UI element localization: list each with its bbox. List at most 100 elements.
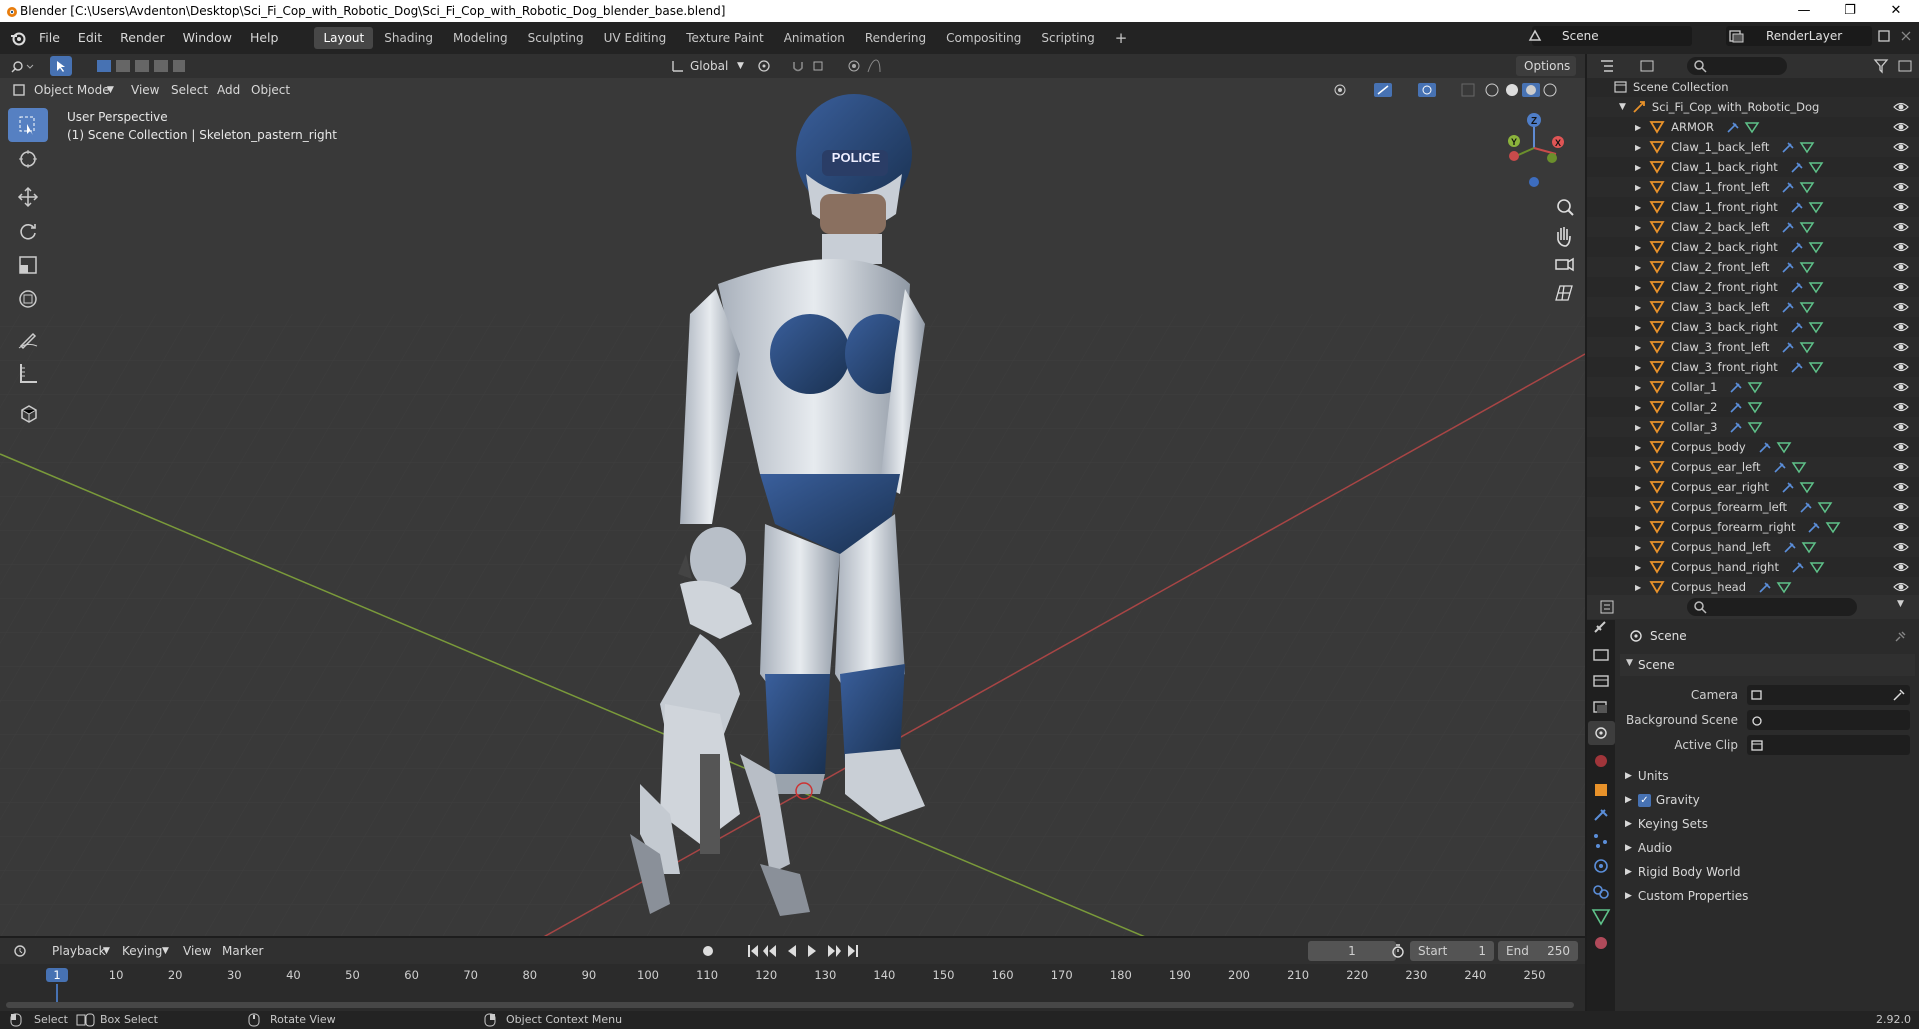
scale-tool[interactable]	[8, 248, 48, 282]
modifier-and-mesh-icons[interactable]	[1781, 340, 1817, 354]
expand-arrow-icon[interactable]: ▶	[1635, 443, 1641, 452]
modifier-and-mesh-icons[interactable]	[1781, 480, 1817, 494]
maximize-button[interactable]: ❐	[1827, 0, 1873, 22]
pivot-point-icon[interactable]	[756, 58, 786, 74]
expand-arrow-icon[interactable]: ▶	[1635, 183, 1641, 192]
outliner-row[interactable]: ▶ ARMOR	[1587, 117, 1919, 137]
stopwatch-icon[interactable]	[1390, 943, 1406, 959]
timeline-menu-keying[interactable]: Keying	[122, 939, 162, 963]
modifier-and-mesh-icons[interactable]	[1790, 280, 1826, 294]
units-panel-header[interactable]: ▶ Units	[1625, 765, 1915, 787]
expand-arrow-icon[interactable]: ▶	[1635, 243, 1641, 252]
expand-arrow-icon[interactable]: ▶	[1635, 383, 1641, 392]
tab-modeling[interactable]: Modeling	[444, 27, 517, 49]
minimize-button[interactable]: —	[1781, 0, 1827, 22]
measure-tool[interactable]	[8, 356, 48, 390]
modifier-and-mesh-icons[interactable]	[1781, 300, 1817, 314]
outliner-row[interactable]: ▶ Collar_3	[1587, 417, 1919, 437]
close-button[interactable]: ✕	[1873, 0, 1919, 22]
end-frame-field[interactable]: End 250	[1498, 941, 1578, 961]
menu-help[interactable]: Help	[241, 22, 288, 54]
visibility-eye-icon[interactable]	[1893, 480, 1909, 494]
timeline-editor-icon[interactable]	[12, 943, 38, 959]
timeline-menu-playback[interactable]: Playback	[52, 939, 106, 963]
outliner-row[interactable]: ▶ Collar_1	[1587, 377, 1919, 397]
outliner-row[interactable]: ▶ Corpus_forearm_left	[1587, 497, 1919, 517]
visibility-eye-icon[interactable]	[1893, 460, 1909, 474]
modifier-and-mesh-icons[interactable]	[1781, 260, 1817, 274]
modifier-and-mesh-icons[interactable]	[1790, 240, 1826, 254]
new-view-layer-icon[interactable]	[1876, 28, 1892, 44]
expand-arrow-icon[interactable]: ▶	[1635, 583, 1641, 592]
outliner-row[interactable]: ▶ Corpus_head	[1587, 577, 1919, 597]
navigation-gizmo[interactable]: Z Y X	[1496, 108, 1568, 192]
outliner-row[interactable]: ▶ Corpus_forearm_right	[1587, 517, 1919, 537]
modifier-and-mesh-icons[interactable]	[1791, 560, 1827, 574]
outliner-row[interactable]: ▶ Collar_2	[1587, 397, 1919, 417]
outliner-row[interactable]: ▶ Claw_3_back_left	[1587, 297, 1919, 317]
viewport-menu-view[interactable]: View	[131, 78, 159, 102]
outliner-row[interactable]: ▶ Claw_1_front_right	[1587, 197, 1919, 217]
3d-viewport[interactable]: POLICE	[0, 54, 1585, 936]
expand-arrow-icon[interactable]: ▶	[1635, 283, 1641, 292]
record-keyframe-icon[interactable]	[700, 943, 728, 959]
viewport-nav-buttons[interactable]	[1552, 196, 1576, 306]
tab-texture-paint[interactable]: Texture Paint	[677, 27, 772, 49]
expand-arrow-icon[interactable]: ▶	[1635, 163, 1641, 172]
add-workspace-button[interactable]: +	[1106, 27, 1137, 49]
snap-icon[interactable]	[790, 58, 840, 74]
visibility-eye-icon[interactable]	[1893, 320, 1909, 334]
playback-controls[interactable]	[746, 943, 862, 959]
property-tab-icons[interactable]	[1587, 620, 1615, 1011]
outliner-row[interactable]: ▶ Claw_2_back_left	[1587, 217, 1919, 237]
modifier-and-mesh-icons[interactable]	[1781, 180, 1817, 194]
filter-icon[interactable]	[1873, 58, 1893, 74]
rigid-body-world-panel-header[interactable]: ▶ Rigid Body World	[1625, 861, 1915, 883]
expand-arrow-icon[interactable]: ▶	[1635, 123, 1641, 132]
cursor-tool[interactable]	[8, 142, 48, 176]
viewport-shading-controls[interactable]	[1332, 82, 1592, 98]
visibility-eye-icon[interactable]	[1893, 580, 1909, 594]
tab-animation[interactable]: Animation	[775, 27, 854, 49]
blender-menu-icon[interactable]	[10, 30, 26, 46]
remove-view-layer-icon[interactable]	[1898, 28, 1914, 44]
expand-arrow-icon[interactable]: ▶	[1635, 523, 1641, 532]
expand-arrow-icon[interactable]: ▶	[1635, 463, 1641, 472]
expand-arrow-icon[interactable]: ▶	[1635, 343, 1641, 352]
modifier-and-mesh-icons[interactable]	[1781, 140, 1817, 154]
visibility-eye-icon[interactable]	[1893, 380, 1909, 394]
visibility-eye-icon[interactable]	[1893, 420, 1909, 434]
transform-tool[interactable]	[8, 282, 48, 316]
viewport-menu-object[interactable]: Object	[251, 78, 290, 102]
active-clip-field[interactable]	[1747, 735, 1910, 755]
outliner-row[interactable]: ▶ Claw_2_front_left	[1587, 257, 1919, 277]
tab-rendering[interactable]: Rendering	[856, 27, 935, 49]
gravity-checkbox[interactable]: ✓	[1637, 793, 1651, 807]
gravity-panel-header[interactable]: ▶ ✓ Gravity	[1625, 789, 1915, 811]
visibility-eye-icon[interactable]	[1893, 360, 1909, 374]
move-tool[interactable]	[8, 180, 48, 214]
start-frame-field[interactable]: Start 1	[1410, 941, 1494, 961]
expand-arrow-icon[interactable]: ▶	[1635, 223, 1641, 232]
tab-uv-editing[interactable]: UV Editing	[595, 27, 676, 49]
expand-arrow-icon[interactable]: ▶	[1635, 203, 1641, 212]
scene-selector[interactable]: Scene	[1532, 26, 1692, 46]
expand-arrow-icon[interactable]: ▶	[1635, 503, 1641, 512]
outliner-row[interactable]: ▶ Claw_3_front_right	[1587, 357, 1919, 377]
modifier-and-mesh-icons[interactable]	[1799, 500, 1835, 514]
background-scene-field[interactable]	[1747, 710, 1910, 730]
outliner-editor-icon[interactable]	[1599, 58, 1629, 74]
menu-window[interactable]: Window	[174, 22, 241, 54]
outliner-row[interactable]: ▶ Corpus_hand_right	[1587, 557, 1919, 577]
menu-edit[interactable]: Edit	[69, 22, 111, 54]
visibility-eye-icon[interactable]	[1893, 340, 1909, 354]
outliner-row[interactable]: ▶ Corpus_ear_left	[1587, 457, 1919, 477]
timeline-menu-marker[interactable]: Marker	[222, 939, 263, 963]
new-collection-icon[interactable]	[1897, 58, 1915, 74]
outliner-row[interactable]: ▶ Claw_1_back_left	[1587, 137, 1919, 157]
camera-field[interactable]	[1747, 685, 1910, 705]
add-cube-tool[interactable]	[8, 396, 48, 430]
modifier-and-mesh-icons[interactable]	[1807, 520, 1843, 534]
expand-arrow-icon[interactable]: ▼	[1619, 102, 1626, 112]
tab-shading[interactable]: Shading	[375, 27, 442, 49]
